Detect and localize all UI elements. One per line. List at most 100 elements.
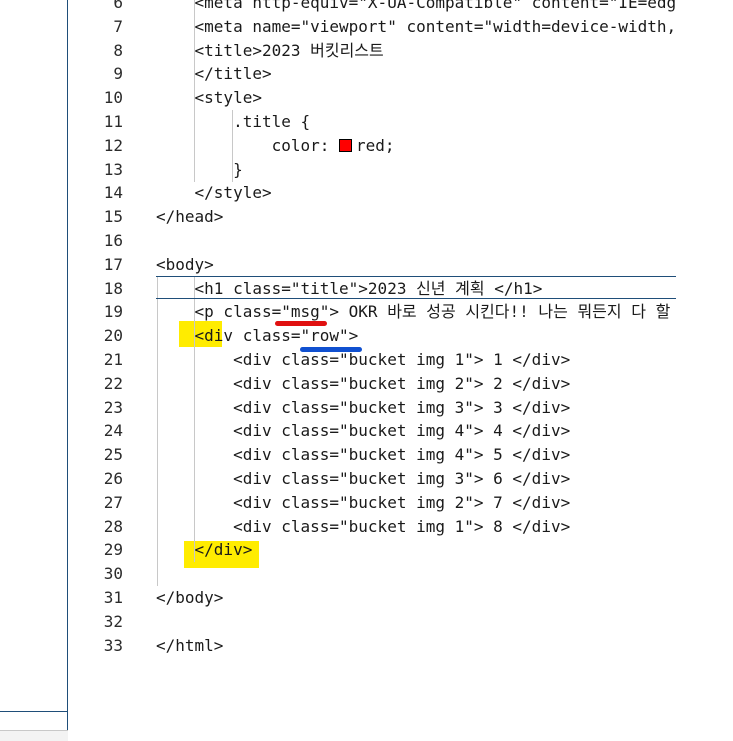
line-text[interactable]: <style> [156,86,262,110]
code-line[interactable]: 28 <div class="bucket img 1"> 8 </div> [69,515,676,539]
line-number: 13 [103,159,123,179]
editor-right-margin [676,0,733,740]
line-number: 31 [103,588,123,607]
line-text[interactable]: <div class="bucket img 1"> 8 </div> [156,515,570,539]
code-line[interactable]: 31 </body> [69,586,676,610]
code-line[interactable]: 33 </html> [69,634,676,658]
left-panel [0,0,68,740]
code-text: <body> [156,254,214,274]
line-number: 7 [113,16,123,36]
code-line[interactable]: 27 <div class="bucket img 2"> 7 </div> [69,491,676,515]
code-line[interactable]: 19 <p class="msg"> OKR 바로 성공 시킨다!! 나는 뭐든… [69,300,676,324]
code-text: <div class="bucket img 1"> 8 </div> [156,516,571,536]
code-line[interactable]: 17 <body> [69,253,676,277]
code-text: <div class="bucket img 2"> 7 </div> [156,492,571,512]
line-text[interactable]: </style> [156,181,272,205]
code-line[interactable]: 10 <style> [69,86,676,110]
code-line[interactable]: 22 <div class="bucket img 2"> 2 </div> [69,372,676,396]
code-text: </div> [156,540,253,560]
line-number: 8 [113,40,123,60]
line-number: 19 [103,302,123,322]
code-line[interactable]: 9 </title> [69,62,676,86]
line-number: 26 [103,469,123,488]
line-number: 27 [103,492,123,512]
line-text[interactable]: <p class="msg"> OKR 바로 성공 시킨다!! 나는 뭐든지 다… [156,300,676,324]
code-line[interactable]: 30 [69,562,676,586]
line-number: 25 [103,445,123,465]
code-text: <div class="bucket img 2"> 2 </div> [156,373,571,393]
line-number: 22 [103,373,123,393]
line-text[interactable]: <div class="bucket img 2"> 2 </div> [156,372,570,396]
code-text: <title>2023 버킷리스트 [156,40,384,60]
code-line[interactable]: 6 <meta http-equiv="X-UA-Compatible" con… [69,0,676,15]
code-line[interactable]: 15 </head> [69,205,676,229]
code-line[interactable]: 13 } [69,158,676,182]
code-text: </body> [156,588,224,607]
code-editor[interactable]: 6 <meta http-equiv="X-UA-Compatible" con… [69,0,676,740]
code-line[interactable]: 23 <div class="bucket img 3"> 3 </div> [69,396,676,420]
line-number: 6 [113,0,123,12]
code-text: <meta name="viewport" content="width=dev… [194,16,676,36]
code-line[interactable]: 29 </div> [69,538,676,562]
code-text: </head> [156,207,224,227]
line-number: 18 [103,278,123,298]
code-line[interactable]: 18 <h1 class="title">2023 신년 계획 </h1> [69,277,676,301]
code-line[interactable]: 8 <title>2023 버킷리스트 [69,39,676,63]
line-number: 10 [103,88,123,108]
line-number: 21 [103,350,123,369]
code-line[interactable]: 21 <div class="bucket img 1"> 1 </div> [69,348,676,372]
line-number: 28 [103,516,123,536]
line-text[interactable]: <body> [156,253,214,277]
line-number: 24 [103,421,123,441]
code-line[interactable]: 12 color: red; [69,134,676,158]
line-number: 33 [103,635,123,655]
code-line[interactable]: 7 <meta name="viewport" content="width=d… [69,15,676,39]
code-line[interactable]: 20 <div class="row"> [69,324,676,348]
code-line[interactable]: 32 [69,610,676,634]
line-text[interactable]: <meta http-equiv="X-UA-Compatible" conte… [156,0,676,15]
code-text: </style> [156,183,272,203]
code-text: <div class="bucket img 1"> 1 </div> [156,350,571,369]
msg-underline-annotation [275,321,327,326]
code-text: red; [356,135,395,155]
line-text[interactable]: <div class="bucket img 4"> 4 </div> [156,419,570,443]
line-number: 16 [103,231,123,250]
code-line[interactable]: 26 <div class="bucket img 3"> 6 </div> [69,467,676,491]
code-line[interactable]: 14 </style> [69,181,676,205]
line-text[interactable]: <div class="bucket img 3"> 6 </div> [156,467,570,491]
line-text[interactable]: <title>2023 버킷리스트 [156,39,384,63]
code-line[interactable]: 24 <div class="bucket img 4"> 4 </div> [69,419,676,443]
line-number: 29 [103,540,123,560]
code-text: <p class="msg"> OKR 바로 성공 시킨다!! 나는 뭐든지 다… [194,302,671,322]
line-text[interactable]: <div class="bucket img 1"> 1 </div> [156,348,570,372]
line-text[interactable]: <div class="bucket img 3"> 3 </div> [156,396,570,420]
line-text[interactable]: </title> [156,62,272,86]
line-text[interactable]: .title { [156,110,310,134]
code-text: color: [156,135,340,155]
line-text[interactable]: </body> [156,586,223,610]
code-text: <div class="bucket img 3"> 3 </div> [156,397,571,417]
line-text[interactable]: <meta name="viewport" content="width=dev… [156,15,676,39]
code-text: </title> [156,64,272,84]
line-text[interactable]: } [156,158,243,182]
code-line[interactable]: 25 <div class="bucket img 4"> 5 </div> [69,443,676,467]
line-number: 15 [103,207,123,227]
line-text[interactable]: <div class="bucket img 2"> 7 </div> [156,491,570,515]
line-number: 30 [103,564,123,584]
line-text[interactable]: </div> [156,538,253,562]
row-underline-annotation [300,347,362,352]
line-text[interactable]: color: red; [156,134,395,158]
code-text: <meta http-equiv="X-UA-Compatible" conte… [156,0,676,12]
left-panel-footer [0,730,68,741]
line-text[interactable]: </html> [156,634,223,658]
color-swatch-icon[interactable] [339,138,353,152]
code-text: <div class="row"> [156,326,359,346]
code-text: .title { [156,112,311,131]
line-text[interactable]: <div class="bucket img 4"> 5 </div> [156,443,570,467]
code-line[interactable]: 11 .title { [69,110,676,134]
line-text[interactable]: <div class="row"> [156,324,359,348]
line-text[interactable]: </head> [156,205,223,229]
code-line[interactable]: 16 [69,229,676,253]
code-text: <h1 class="title">2023 신년 계획 </h1> [156,278,543,298]
line-text[interactable]: <h1 class="title">2023 신년 계획 </h1> [156,277,543,301]
